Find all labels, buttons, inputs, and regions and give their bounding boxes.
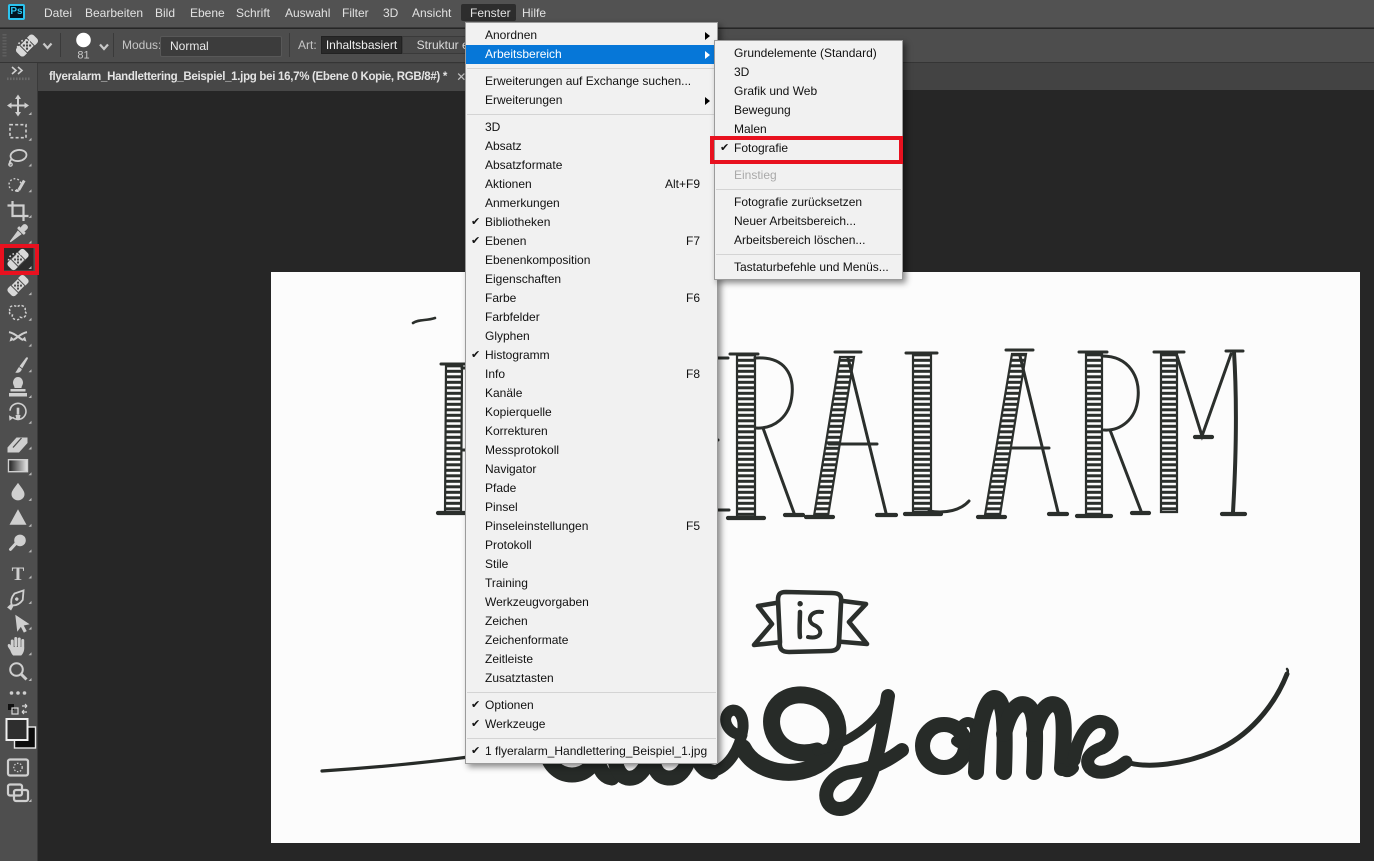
svg-text:T: T (12, 564, 25, 585)
svg-text:81: 81 (77, 50, 89, 62)
